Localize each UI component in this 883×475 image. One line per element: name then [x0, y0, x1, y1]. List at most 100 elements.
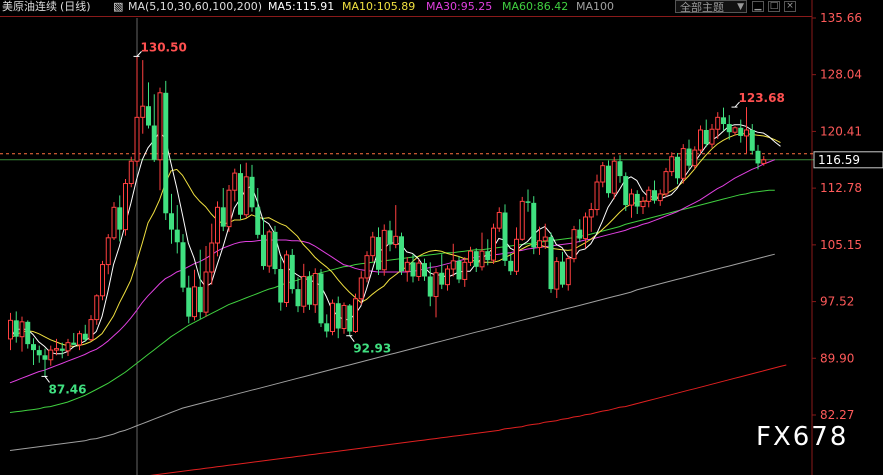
candle — [502, 204, 508, 267]
y-tick-label: 120.41 — [820, 124, 862, 138]
candle — [698, 125, 703, 154]
candle — [220, 187, 226, 232]
candle-body-up — [565, 258, 571, 286]
candle — [13, 311, 19, 343]
candle — [468, 246, 473, 267]
close-icon[interactable]: × — [784, 1, 796, 12]
candle-body-up — [330, 302, 335, 332]
candle-body-up — [232, 172, 238, 191]
candle-body-up — [404, 261, 410, 272]
candle-body-up — [358, 277, 364, 300]
candle-body-down — [738, 127, 744, 136]
candle — [496, 207, 502, 232]
theme-select[interactable]: 全部主题 ▼ — [675, 0, 747, 14]
ma-settings-icon[interactable]: ▧ — [113, 0, 123, 14]
candle — [157, 87, 163, 191]
candle — [606, 160, 611, 198]
candle-body-down — [347, 305, 353, 332]
candle — [203, 245, 209, 317]
price-chart[interactable]: 135.66128.04120.41112.78105.1597.5289.90… — [0, 0, 883, 475]
candle — [462, 257, 468, 287]
candle — [387, 220, 393, 252]
ma-settings[interactable]: MA(5,10,30,60,100,200) — [128, 0, 262, 14]
candle-body-down — [169, 213, 174, 230]
annotation-label: 92.93 — [353, 342, 391, 356]
period-label[interactable]: (日线) — [60, 0, 91, 14]
candle — [744, 107, 749, 154]
y-tick-label: 97.52 — [820, 295, 854, 309]
candle — [445, 265, 450, 291]
candle — [709, 124, 715, 148]
candle — [703, 119, 709, 148]
candle — [341, 302, 347, 334]
minimize-icon[interactable]: ▁ — [752, 1, 764, 12]
candle-body-up — [433, 272, 439, 298]
candle — [479, 232, 485, 271]
candle — [140, 60, 146, 134]
candle-body-down — [163, 92, 169, 214]
candle-body-down — [238, 173, 243, 215]
candle-body-down — [399, 236, 404, 272]
candle-body-down — [220, 207, 226, 227]
candle-body-down — [59, 348, 65, 351]
candle — [519, 196, 525, 241]
candle-body-up — [341, 304, 347, 330]
candle-body-up — [19, 321, 25, 338]
candle-body-down — [548, 237, 554, 290]
candle-body-up — [491, 227, 496, 261]
candle — [721, 107, 726, 131]
candle — [738, 119, 744, 143]
candle-body-up — [657, 193, 663, 202]
annotation-label: 123.68 — [739, 91, 785, 105]
candle — [88, 315, 94, 342]
candle-body-up — [134, 116, 140, 162]
candle — [128, 156, 134, 188]
candle-body-down — [422, 263, 427, 277]
candle — [312, 268, 318, 313]
candle-body-down — [577, 229, 583, 239]
candle — [105, 234, 111, 275]
ma5-value: MA5:115.91 — [268, 0, 335, 13]
candle-body-down — [261, 234, 266, 267]
candle-body-up — [611, 160, 617, 194]
candle — [301, 263, 307, 313]
candle-body-up — [514, 238, 519, 272]
candle-body-up — [571, 229, 577, 260]
candle-body-down — [324, 323, 330, 332]
instrument-name[interactable]: 美原油连续 — [2, 0, 57, 14]
candle — [370, 231, 376, 262]
candle-body-up — [243, 176, 249, 216]
candle — [307, 271, 312, 310]
candle — [192, 269, 197, 321]
candle-body-up — [709, 128, 715, 145]
candle-body-down — [272, 231, 278, 270]
candle — [289, 248, 295, 294]
candle-body-down — [36, 350, 42, 356]
candle-body-down — [117, 207, 123, 230]
candle — [36, 345, 42, 363]
candle-body-down — [617, 161, 623, 177]
candle-body-up — [54, 348, 59, 351]
candle-body-up — [123, 183, 128, 231]
ma100-line — [9, 253, 775, 451]
candle — [629, 188, 634, 218]
y-tick-label: 128.04 — [820, 68, 862, 82]
candle-body-up — [744, 129, 749, 137]
candle-body-up — [157, 92, 163, 161]
annotation-label: 130.50 — [141, 40, 187, 54]
candle-body-up — [111, 206, 117, 239]
candle-body-down — [439, 272, 445, 285]
candle-body-up — [48, 349, 54, 361]
maximize-icon[interactable]: □ — [768, 1, 780, 12]
ma60-value: MA60:86.42 — [502, 0, 569, 13]
y-tick-label: 112.78 — [820, 181, 862, 195]
candle-body-up — [353, 298, 358, 332]
candle — [680, 144, 686, 184]
candle — [284, 250, 289, 307]
candle-body-up — [215, 206, 220, 244]
candle-body-down — [146, 106, 151, 126]
candle — [364, 251, 370, 283]
candle — [266, 229, 272, 273]
candle-body-down — [197, 286, 203, 313]
candle — [146, 82, 151, 129]
